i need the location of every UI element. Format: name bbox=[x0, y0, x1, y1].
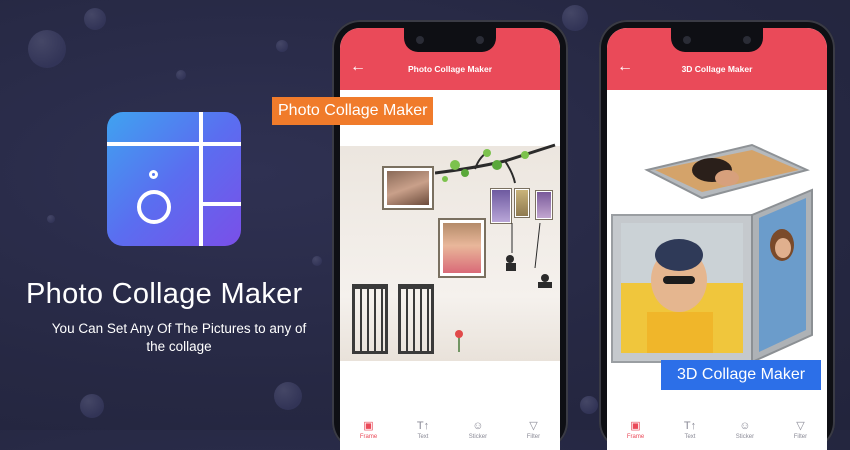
decor-bubble bbox=[276, 40, 288, 52]
swing-sticker bbox=[506, 223, 552, 288]
sticker-icon: ☺ bbox=[472, 420, 484, 432]
frame-icon: ▣ bbox=[630, 420, 641, 432]
bottom-nav: ▣ Frame T↑ Text ☺ Sticker ▽ Filter bbox=[340, 410, 560, 450]
screen-title: 3D Collage Maker bbox=[681, 64, 753, 74]
nav-frame[interactable]: ▣ Frame bbox=[360, 420, 377, 440]
promo-title: Photo Collage Maker bbox=[26, 278, 303, 310]
phone-screen: ← Photo Collage Maker ▣ Frame T↑ Text ☺ … bbox=[340, 28, 560, 450]
nav-text[interactable]: T↑ Text bbox=[417, 420, 429, 440]
icon-line bbox=[199, 202, 241, 206]
frame-icon: ▣ bbox=[363, 420, 374, 432]
badge-3d-collage: 3D Collage Maker bbox=[661, 360, 822, 390]
phone-mockup-photo-collage: ← Photo Collage Maker ▣ Frame T↑ Text ☺ … bbox=[332, 20, 568, 450]
decor-bubble bbox=[312, 256, 322, 266]
nav-label: Filter bbox=[526, 434, 541, 440]
decor-bubble bbox=[84, 8, 106, 30]
decor-bubble bbox=[176, 70, 186, 80]
chair bbox=[398, 284, 434, 354]
decor-bubble bbox=[47, 215, 55, 223]
decor-bubble bbox=[28, 30, 66, 68]
photo-frame[interactable] bbox=[490, 188, 512, 224]
photo-frame[interactable] bbox=[535, 190, 553, 220]
nav-frame[interactable]: ▣ Frame bbox=[627, 420, 644, 440]
nav-label: Sticker bbox=[468, 434, 488, 440]
badge-photo-collage: Photo Collage Maker bbox=[272, 97, 434, 125]
bottom-nav: ▣ Frame T↑ Text ☺ Sticker ▽ Filter bbox=[607, 410, 827, 450]
decor-bubble bbox=[274, 382, 302, 410]
nav-label: Frame bbox=[626, 434, 645, 440]
text-icon: T↑ bbox=[683, 420, 697, 432]
photo-frame[interactable] bbox=[514, 188, 530, 218]
photo-cube[interactable] bbox=[607, 90, 827, 390]
nav-filter[interactable]: ▽ Filter bbox=[794, 420, 807, 440]
text-icon: T↑ bbox=[416, 420, 430, 432]
camera-icon bbox=[743, 36, 751, 44]
chair bbox=[352, 284, 388, 354]
app-icon bbox=[107, 112, 241, 246]
collage-canvas[interactable] bbox=[607, 90, 827, 390]
sticker-icon: ☺ bbox=[739, 420, 751, 432]
nav-sticker[interactable]: ☺ Sticker bbox=[736, 420, 754, 440]
nav-label: Sticker bbox=[735, 434, 755, 440]
camera-icon bbox=[476, 36, 484, 44]
nav-text[interactable]: T↑ Text bbox=[684, 420, 696, 440]
nav-sticker[interactable]: ☺ Sticker bbox=[469, 420, 487, 440]
promo-subtitle: You Can Set Any Of The Pictures to any o… bbox=[51, 321, 307, 354]
nav-filter[interactable]: ▽ Filter bbox=[527, 420, 540, 440]
camera-icon bbox=[683, 36, 691, 44]
phone-notch bbox=[404, 28, 496, 52]
decor-bubble bbox=[562, 5, 588, 31]
icon-line bbox=[107, 142, 241, 146]
flower-sticker bbox=[455, 330, 463, 352]
nav-label: Frame bbox=[359, 434, 378, 440]
icon-line bbox=[199, 112, 203, 246]
filter-icon: ▽ bbox=[796, 420, 805, 432]
screen-title: Photo Collage Maker bbox=[407, 64, 493, 74]
icon-dot bbox=[149, 170, 158, 179]
nav-label: Text bbox=[684, 434, 696, 440]
camera-icon bbox=[416, 36, 424, 44]
phone-notch bbox=[671, 28, 763, 52]
photo-frame[interactable] bbox=[438, 218, 486, 278]
decor-bubble bbox=[580, 396, 598, 414]
decor-bubble bbox=[80, 394, 104, 418]
nav-label: Filter bbox=[793, 434, 808, 440]
nav-label: Text bbox=[417, 434, 429, 440]
photo-frame[interactable] bbox=[382, 166, 434, 210]
icon-ring bbox=[137, 190, 171, 224]
filter-icon: ▽ bbox=[529, 420, 538, 432]
